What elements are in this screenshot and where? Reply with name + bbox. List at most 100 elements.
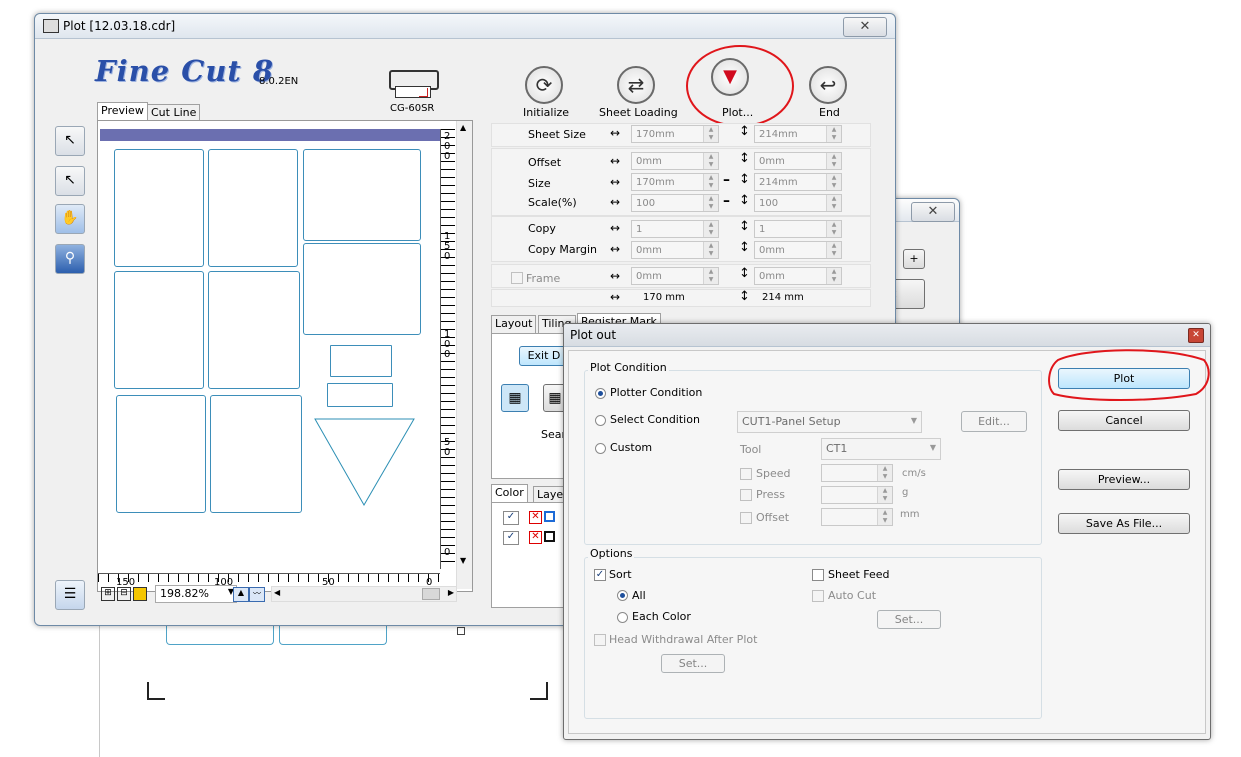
spinner-arrows-icon[interactable]: ▲ ▼ <box>703 242 718 258</box>
zoom-tool[interactable]: ⚲ <box>55 244 85 274</box>
fit-width-icon[interactable]: ⊟ <box>117 587 131 601</box>
copy-margin-y-field[interactable]: 0mm ▲ ▼ <box>754 241 842 259</box>
design-panel[interactable] <box>303 149 421 241</box>
sheet-feed-label[interactable]: Sheet Feed <box>828 568 890 581</box>
offset-x-field[interactable]: 0mm ▲ ▼ <box>631 152 719 170</box>
press-checkbox[interactable] <box>740 489 752 501</box>
sheet-loading-label[interactable]: Sheet Loading <box>599 106 678 119</box>
design-panel[interactable] <box>116 395 206 513</box>
scroll-left-icon[interactable]: ◀ <box>274 588 280 597</box>
scale-y-field[interactable]: 100 ▲ ▼ <box>754 194 842 212</box>
spinner-arrows-icon[interactable]: ▲ ▼ <box>877 509 892 525</box>
spinner-arrows-icon[interactable]: ▲ ▼ <box>703 126 718 142</box>
tool-dropdown[interactable]: CT1 ▼ <box>821 438 941 460</box>
back-dialog-close-button[interactable]: ✕ <box>911 202 955 222</box>
end-label[interactable]: End <box>819 106 840 119</box>
auto-cut-checkbox[interactable] <box>812 590 824 602</box>
spinner-arrows-icon[interactable]: ▲ ▼ <box>703 221 718 237</box>
design-panel[interactable] <box>210 395 302 513</box>
scroll-down-icon[interactable]: ▼ <box>460 556 466 565</box>
spinner-arrows-icon[interactable]: ▲ ▼ <box>703 174 718 190</box>
spinner-arrows-icon[interactable]: ▲ ▼ <box>826 221 841 237</box>
speed-checkbox[interactable] <box>740 468 752 480</box>
sort-all-label[interactable]: All <box>632 589 646 602</box>
tab-color[interactable]: Color <box>491 484 528 502</box>
spinner-arrows-icon[interactable]: ▲ ▼ <box>826 126 841 142</box>
zoom-out-icon[interactable]: 〰 <box>249 587 265 602</box>
sort-label[interactable]: Sort <box>609 568 632 581</box>
each-color-label[interactable]: Each Color <box>632 610 691 623</box>
scroll-right-icon[interactable]: ▶ <box>448 588 454 597</box>
offset-field[interactable]: ▲ ▼ <box>821 508 893 526</box>
each-color-radio[interactable] <box>617 612 628 623</box>
size-h-field[interactable]: 214mm ▲ ▼ <box>754 173 842 191</box>
scale-x-field[interactable]: 100 ▲ ▼ <box>631 194 719 212</box>
exit-design-button[interactable]: Exit D <box>519 346 569 366</box>
design-triangle[interactable] <box>314 417 416 507</box>
hand-tool[interactable]: ✋ <box>55 204 85 234</box>
preview-canvas[interactable]: ▲ ▼ 2 0 0 1 5 0 1 0 0 5 0 0 150 100 50 0 <box>97 120 473 592</box>
select-condition-label[interactable]: Select Condition <box>610 413 700 426</box>
head-withdrawal-checkbox[interactable] <box>594 634 606 646</box>
spinner-arrows-icon[interactable]: ▲ ▼ <box>703 268 718 284</box>
zoom-in-icon[interactable]: ▲ <box>233 587 249 602</box>
spinner-arrows-icon[interactable]: ▲ ▼ <box>826 195 841 211</box>
design-panel[interactable] <box>114 271 204 389</box>
sort-all-radio[interactable] <box>617 590 628 601</box>
tab-preview[interactable]: Preview <box>97 102 148 120</box>
spinner-arrows-icon[interactable]: ▲ ▼ <box>703 195 718 211</box>
color-fill-icon[interactable] <box>133 587 147 601</box>
design-panel[interactable] <box>327 383 393 407</box>
frame-y-field[interactable]: 0mm ▲ ▼ <box>754 267 842 285</box>
spinner-arrows-icon[interactable]: ▲ ▼ <box>877 487 892 503</box>
sheet-feed-checkbox[interactable] <box>812 569 824 581</box>
copy-margin-x-field[interactable]: 0mm ▲ ▼ <box>631 241 719 259</box>
initialize-label[interactable]: Initialize <box>523 106 569 119</box>
plot-out-close-icon[interactable]: ✕ <box>1188 328 1204 343</box>
offset-checkbox[interactable] <box>740 512 752 524</box>
vertical-scrollbar[interactable]: ▲ ▼ <box>456 121 472 589</box>
speed-field[interactable]: ▲ ▼ <box>821 464 893 482</box>
condition-dropdown[interactable]: CUT1-Panel Setup ▼ <box>737 411 922 433</box>
press-field[interactable]: ▲ ▼ <box>821 486 893 504</box>
sheet-width-field[interactable]: 170mm ▲ ▼ <box>631 125 719 143</box>
cancel-button[interactable]: Cancel <box>1058 410 1190 431</box>
design-panel[interactable] <box>208 149 298 267</box>
register-mark-tool-1[interactable]: ▦ <box>501 384 529 412</box>
spinner-arrows-icon[interactable]: ▲ ▼ <box>826 242 841 258</box>
scroll-up-icon[interactable]: ▲ <box>460 123 466 132</box>
spinner-arrows-icon[interactable]: ▲ ▼ <box>826 153 841 169</box>
horizontal-scrollbar[interactable]: ◀ ▶ <box>271 586 457 602</box>
sheet-feed-set-button[interactable]: Set... <box>877 610 941 629</box>
head-withdrawal-set-button[interactable]: Set... <box>661 654 725 673</box>
frame-x-field[interactable]: 0mm ▲ ▼ <box>631 267 719 285</box>
list-view-tool[interactable]: ☰ <box>55 580 85 610</box>
preview-button[interactable]: Preview... <box>1058 469 1190 490</box>
spinner-arrows-icon[interactable]: ▲ ▼ <box>877 465 892 481</box>
copy-x-field[interactable]: 1 ▲ ▼ <box>631 220 719 238</box>
color-row-checkbox[interactable]: ✓ <box>503 511 519 525</box>
plotter-condition-label[interactable]: Plotter Condition <box>610 386 702 399</box>
plotter-condition-radio[interactable] <box>595 388 606 399</box>
tab-layout[interactable]: Layout <box>491 315 537 333</box>
select-arrow-tool[interactable]: ↖ <box>55 126 85 156</box>
design-panel[interactable] <box>330 345 392 377</box>
spinner-arrows-icon[interactable]: ▲ ▼ <box>826 268 841 284</box>
copy-y-field[interactable]: 1 ▲ ▼ <box>754 220 842 238</box>
design-panel[interactable] <box>114 149 204 267</box>
back-dialog-plus-button[interactable]: + <box>903 249 925 269</box>
save-as-file-button[interactable]: Save As File... <box>1058 513 1190 534</box>
size-w-field[interactable]: 170mm ▲ ▼ <box>631 173 719 191</box>
sheet-height-field[interactable]: 214mm ▲ ▼ <box>754 125 842 143</box>
select-condition-radio[interactable] <box>595 415 606 426</box>
node-select-tool[interactable]: ↖ <box>55 166 85 196</box>
color-row-checkbox[interactable]: ✓ <box>503 531 519 545</box>
design-panel[interactable] <box>208 271 300 389</box>
plot-window-close-button[interactable]: ✕ <box>843 17 887 37</box>
design-panel[interactable] <box>303 243 421 335</box>
sort-checkbox[interactable]: ✓ <box>594 569 606 581</box>
edit-button[interactable]: Edit... <box>961 411 1027 432</box>
custom-label[interactable]: Custom <box>610 441 652 454</box>
custom-radio[interactable] <box>595 443 606 454</box>
scroll-thumb[interactable] <box>422 588 440 600</box>
